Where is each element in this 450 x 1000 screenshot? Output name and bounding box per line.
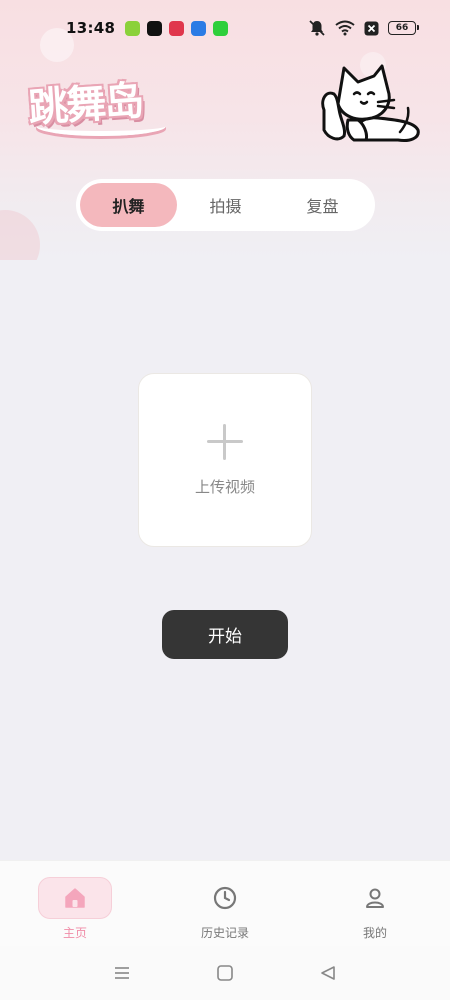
notification-icons <box>125 20 229 36</box>
cat-mascot-icon <box>321 64 420 142</box>
clock-icon <box>213 886 237 910</box>
mode-tabs: 扒舞 拍摄 复盘 <box>76 179 375 231</box>
home-square-icon[interactable] <box>215 963 235 983</box>
back-triangle-icon[interactable] <box>318 963 338 983</box>
app-capcut-icon <box>147 20 163 36</box>
home-icon <box>65 888 85 908</box>
mute-bell-icon <box>309 20 325 36</box>
nav-label-profile: 我的 <box>362 926 387 940</box>
app-green-grid-icon <box>213 20 229 36</box>
no-sim-icon <box>364 21 379 35</box>
status-time: 13:48 <box>66 19 116 37</box>
tab-pai-she[interactable]: 拍摄 <box>177 183 274 227</box>
system-navigation-bar <box>0 946 450 1000</box>
nav-icon-highlight <box>38 877 112 919</box>
nav-label-history: 历史记录 <box>200 926 249 940</box>
bottom-navigation: 主页 历史记录 我的 <box>0 860 450 946</box>
nav-icon-wrap <box>338 877 412 919</box>
app-green-icon <box>125 20 141 36</box>
logo-text: 跳舞岛 <box>26 78 144 132</box>
tab-pa-wu[interactable]: 扒舞 <box>80 183 177 227</box>
nav-item-history[interactable]: 历史记录 <box>150 861 300 946</box>
wifi-icon <box>335 20 355 36</box>
plus-icon <box>207 423 243 460</box>
app-red-icon <box>169 20 185 36</box>
decorative-bubble <box>0 210 40 260</box>
upload-label: 上传视频 <box>194 477 255 496</box>
menu-icon[interactable] <box>112 963 132 983</box>
status-bar: 13:48 66 <box>0 0 450 56</box>
upload-video-button[interactable]: 上传视频 <box>138 373 312 547</box>
user-icon <box>366 888 384 908</box>
nav-item-home[interactable]: 主页 <box>0 861 150 946</box>
battery-icon: 66 <box>388 21 419 35</box>
tab-fu-pan[interactable]: 复盘 <box>274 183 371 227</box>
app-blue-shield-icon <box>191 20 207 36</box>
start-button[interactable]: 开始 <box>162 610 288 659</box>
app-logo: 跳舞岛 <box>22 66 166 140</box>
nav-label-home: 主页 <box>62 926 87 940</box>
nav-icon-wrap <box>188 877 262 919</box>
nav-item-profile[interactable]: 我的 <box>300 861 450 946</box>
